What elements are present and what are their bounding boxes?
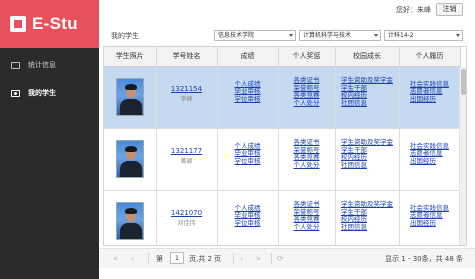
column-header-awards: 个人奖惩 [278, 47, 336, 67]
chevron-down-icon [289, 34, 293, 37]
app-name: E-Stu [32, 14, 78, 33]
column-header-photo: 学生照片 [104, 47, 157, 67]
college-select-value: 信息技术学院 [218, 32, 255, 39]
table-scrollbar[interactable] [459, 67, 466, 245]
study-abroad-link[interactable]: 出国经历 [410, 95, 449, 104]
topbar: 您好：朱峰 注销 [99, 0, 475, 24]
divider [233, 253, 234, 264]
major-select[interactable]: 计算机科学与技术 [299, 30, 381, 41]
students-icon [11, 89, 20, 97]
degree-audit-link[interactable]: 学位审核 [235, 95, 261, 104]
student-name: 刘佳伟 [177, 220, 196, 227]
students-table: 学生照片 学号姓名 成绩 个人奖惩 校园成长 个人履历 1321154 李峰 个… [103, 46, 467, 246]
sidebar-item-label: 我的学生 [28, 89, 56, 97]
sidebar: E-Stu 统计信息 我的学生 [0, 0, 99, 279]
club-info-link[interactable]: 社团信息 [341, 223, 393, 232]
class-select[interactable]: 计科14-2 [384, 30, 463, 41]
page-number-input[interactable]: 1 [170, 252, 184, 264]
class-select-value: 计科14-2 [388, 32, 414, 39]
study-abroad-link[interactable]: 出国经历 [410, 157, 449, 166]
student-photo [115, 78, 144, 116]
app-logo[interactable]: E-Stu [0, 0, 99, 48]
logout-button[interactable]: 注销 [436, 3, 463, 16]
column-header-grades: 成绩 [217, 47, 279, 67]
club-info-link[interactable]: 社团信息 [341, 161, 393, 170]
prev-page-icon[interactable]: ‹ [131, 254, 134, 263]
sidebar-item-label: 统计信息 [28, 61, 56, 69]
degree-audit-link[interactable]: 学位审核 [235, 157, 261, 166]
page-title: 我的学生 [111, 32, 139, 40]
student-photo [115, 140, 144, 178]
user-greeting: 您好：朱峰 [396, 6, 431, 14]
record-range-text: 显示 1 - 30条，共 48 条 [385, 255, 463, 263]
first-page-icon[interactable]: « [113, 254, 118, 263]
student-id-link[interactable]: 1321154 [157, 85, 217, 93]
column-header-id-name: 学号姓名 [156, 47, 218, 67]
table-row[interactable]: 1421070 刘佳伟 个人成绩 毕业审核 学位审核 各类证书 荣誉称号 各类竞… [104, 190, 461, 245]
penalties-link[interactable]: 个人处分 [294, 161, 320, 170]
student-name: 黄颖 [180, 158, 193, 165]
chevron-down-icon [374, 34, 378, 37]
student-photo [115, 202, 144, 240]
study-abroad-link[interactable]: 出国经历 [410, 219, 449, 228]
student-id-link[interactable]: 1321177 [157, 147, 217, 155]
scroll-thumb[interactable] [461, 69, 466, 95]
total-pages-text: 页,共 2 页 [189, 255, 222, 263]
page-label: 第 [156, 255, 163, 263]
monitor-icon [11, 61, 20, 69]
next-page-icon[interactable]: › [240, 254, 243, 263]
sidebar-item-my-students[interactable]: 我的学生 [0, 79, 99, 107]
college-select[interactable]: 信息技术学院 [214, 30, 296, 41]
penalties-link[interactable]: 个人处分 [294, 99, 320, 108]
penalties-link[interactable]: 个人处分 [294, 223, 320, 232]
pagination-bar: « ‹ 第 1 页,共 2 页 › » ⟳ 显示 1 - 30条，共 48 条 [99, 248, 475, 268]
refresh-icon[interactable]: ⟳ [277, 254, 284, 263]
student-id-link[interactable]: 1421070 [157, 209, 217, 217]
column-header-growth: 校园成长 [335, 47, 400, 67]
chevron-down-icon [456, 34, 460, 37]
last-page-icon[interactable]: » [256, 254, 261, 263]
degree-audit-link[interactable]: 学位审核 [235, 219, 261, 228]
table-row[interactable]: 1321154 李峰 个人成绩 毕业审核 学位审核 各类证书 荣誉称号 各类竞赛… [104, 66, 461, 129]
divider [148, 253, 149, 264]
major-select-value: 计算机科学与技术 [303, 32, 352, 39]
table-row[interactable]: 1321177 黄颖 个人成绩 毕业审核 学位审核 各类证书 荣誉称号 各类竞赛… [104, 128, 461, 191]
student-name: 李峰 [180, 96, 193, 103]
sidebar-item-statistics[interactable]: 统计信息 [0, 51, 99, 79]
club-info-link[interactable]: 社团信息 [341, 99, 393, 108]
divider [271, 253, 272, 264]
column-header-resume: 个人履历 [399, 47, 461, 67]
logo-icon [10, 16, 26, 32]
